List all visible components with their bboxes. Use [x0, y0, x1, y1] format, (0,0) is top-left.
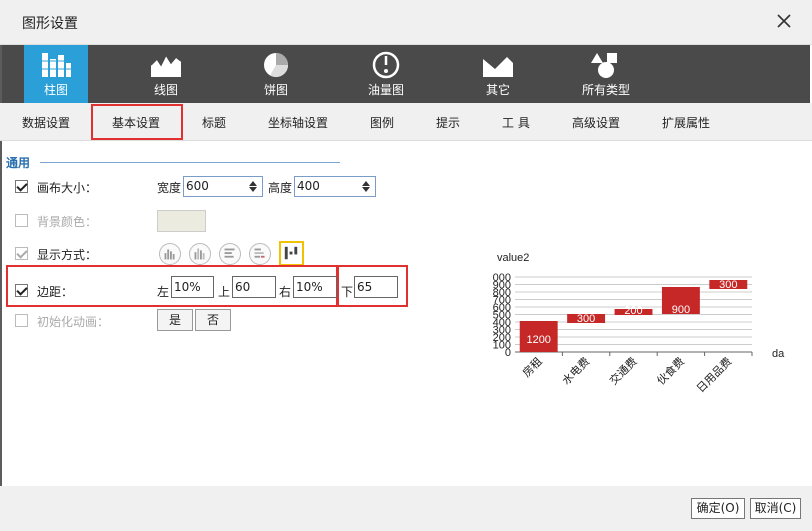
chart-category-label: 房租	[520, 355, 545, 380]
tab-legend[interactable]: 图例	[370, 114, 394, 131]
cancel-button[interactable]: 取消(C)	[750, 498, 801, 519]
chart-y-axis-label: value2	[497, 252, 529, 264]
tab-tools[interactable]: 工 具	[502, 114, 530, 131]
width-label: 宽度	[157, 181, 182, 195]
chart-data-label: 900	[672, 304, 690, 316]
init-animation-checkbox[interactable]	[15, 314, 28, 327]
margin-label: 边距：	[37, 285, 74, 299]
chart-category-label: 交通费	[606, 354, 639, 387]
window-title: 图形设置	[22, 16, 78, 32]
background-color-checkbox[interactable]	[15, 214, 28, 227]
display-mode-checkbox[interactable]	[15, 247, 28, 260]
top-margin-input[interactable]: 60	[232, 276, 276, 298]
chart-category-label: 日用品费	[694, 355, 734, 395]
animation-yes-button[interactable]: 是	[157, 309, 193, 331]
left-margin-input[interactable]: 10%	[171, 276, 214, 298]
display-mode-label: 显示方式：	[37, 248, 98, 262]
tab-tooltip[interactable]: 提示	[436, 114, 460, 131]
stepper-up-icon[interactable]	[362, 181, 370, 186]
tab-advanced-settings[interactable]: 高级设置	[572, 114, 620, 131]
bottom-margin-input[interactable]: 65	[354, 276, 398, 298]
stepper-down-icon[interactable]	[249, 187, 257, 192]
canvas-size-label: 画布大小：	[37, 181, 98, 195]
chart-type-bar: 柱图 线图 饼图 油量图 其它 所有类型	[2, 45, 810, 103]
bottom-margin-label: 下	[341, 285, 354, 299]
animation-no-button[interactable]: 否	[195, 309, 231, 331]
chart-type-pie-chart[interactable]: 饼图	[244, 45, 308, 103]
chart-type-label: 所有类型	[581, 83, 630, 97]
right-margin-label: 右	[279, 285, 292, 299]
chart-type-other[interactable]: 其它	[466, 45, 530, 103]
margin-checkbox[interactable]	[15, 284, 28, 297]
canvas-width-stepper[interactable]: 600	[183, 176, 263, 197]
canvas-height-stepper[interactable]: 400	[294, 176, 376, 197]
close-icon[interactable]	[774, 11, 794, 31]
init-animation-label: 初始化动画：	[37, 315, 110, 329]
chart-data-label: 1200	[526, 334, 550, 346]
line-chart-icon	[150, 53, 182, 77]
section-divider	[40, 162, 340, 163]
chart-category-label: 水电费	[560, 355, 593, 388]
bar-stacked-icon[interactable]	[189, 243, 211, 265]
chart-type-all[interactable]: 所有类型	[574, 45, 638, 103]
chart-type-label: 饼图	[263, 83, 288, 97]
chart-type-label: 其它	[485, 83, 510, 97]
chart-category-label: 伙食费	[654, 354, 687, 387]
height-label: 高度	[268, 181, 293, 195]
top-margin-label: 上	[218, 285, 231, 299]
bar-horizontal-stacked-icon[interactable]	[249, 243, 271, 265]
chart-data-label: 300	[577, 313, 595, 325]
canvas-height-value: 400	[297, 179, 320, 193]
chart-type-gauge-chart[interactable]: 油量图	[354, 45, 418, 103]
preview-chart: value2 da 000900800700600500400300200100…	[493, 252, 785, 395]
ok-button[interactable]: 确定(O)	[691, 498, 745, 519]
tab-axis-settings[interactable]: 坐标轴设置	[268, 114, 328, 131]
background-color-label: 背景颜色：	[37, 215, 98, 229]
area-chart-icon	[483, 57, 513, 77]
tab-title[interactable]: 标题	[202, 114, 226, 131]
stepper-up-icon[interactable]	[249, 181, 257, 186]
bar-vertical-icon[interactable]	[159, 243, 181, 265]
chart-data-label: 200	[624, 305, 642, 317]
chart-type-bar-chart[interactable]: 柱图	[24, 45, 88, 103]
bar-horizontal-icon[interactable]	[219, 243, 241, 265]
tab-extended-properties[interactable]: 扩展属性	[662, 114, 710, 131]
chart-x-axis-label: da	[772, 348, 785, 360]
chart-data-label: 300	[719, 279, 737, 291]
chart-type-line-chart[interactable]: 线图	[134, 45, 198, 103]
right-margin-input[interactable]: 10%	[293, 276, 337, 298]
background-color-swatch[interactable]	[157, 210, 206, 232]
pie-chart-icon	[264, 53, 288, 78]
active-tab-highlight	[91, 104, 183, 140]
gauge-chart-icon	[372, 51, 400, 79]
chart-type-label: 油量图	[367, 83, 404, 97]
chart-type-label: 线图	[153, 83, 178, 97]
tab-data-settings[interactable]: 数据设置	[22, 114, 70, 131]
bar-chart-icon	[42, 53, 71, 77]
stepper-down-icon[interactable]	[362, 187, 370, 192]
section-title-general: 通用	[6, 156, 31, 170]
chart-type-label: 柱图	[43, 83, 68, 97]
canvas-size-checkbox[interactable]	[15, 180, 28, 193]
chart-y-tick-label: 0	[505, 347, 511, 359]
left-margin-label: 左	[157, 285, 170, 299]
waterfall-icon[interactable]	[279, 241, 304, 266]
shapes-icon	[591, 53, 617, 78]
canvas-width-value: 600	[186, 179, 209, 193]
title-bar: 图形设置	[0, 0, 812, 45]
